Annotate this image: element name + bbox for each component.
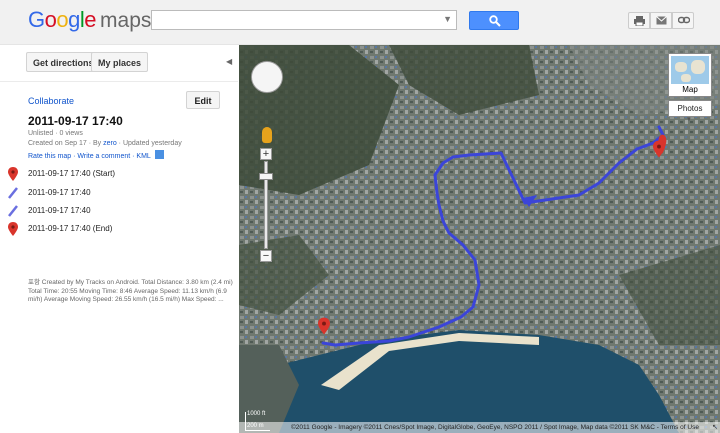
- map-title: 2011-09-17 17:40: [28, 114, 123, 128]
- my-places-button[interactable]: My places: [91, 52, 149, 72]
- list-item-label: 2011-09-17 17:40 (End): [28, 224, 113, 233]
- list-item-label: 2011-09-17 17:40: [28, 188, 91, 197]
- panel-toolbar: Get directions My places ◀: [0, 45, 238, 82]
- map-attribution: ©2011 Google - Imagery ©2011 Cnes/Spot I…: [239, 422, 720, 433]
- search-icon: [489, 15, 501, 27]
- link-button[interactable]: [672, 12, 694, 29]
- logo-product: maps: [100, 9, 152, 32]
- list-item-label: 2011-09-17 17:40 (Start): [28, 169, 116, 178]
- zoom-slider-handle[interactable]: [259, 173, 273, 180]
- header-bar: Google maps ▼: [0, 0, 720, 45]
- meta-updated: · Updated yesterday: [116, 140, 182, 147]
- map-actions: Rate this map · Write a comment · KML: [28, 150, 164, 160]
- scale-label-m: 200 m: [247, 423, 264, 429]
- search-box[interactable]: ▼: [151, 10, 457, 30]
- left-panel: Get directions My places ◀ Collaborate E…: [0, 45, 238, 433]
- map-meta-views: Unlisted · 0 views: [28, 130, 83, 137]
- google-maps-logo[interactable]: Google maps: [28, 7, 151, 33]
- chevron-down-icon[interactable]: ▼: [686, 117, 692, 123]
- collaborate-link[interactable]: Collaborate: [28, 96, 74, 106]
- map-type-button[interactable]: Map: [668, 53, 712, 97]
- map-actions-links[interactable]: Rate this map · Write a comment · KML: [28, 153, 151, 160]
- kml-icon[interactable]: [154, 150, 164, 159]
- logo-letter: g: [68, 7, 80, 32]
- author-link[interactable]: zero: [103, 140, 117, 147]
- map-thumbnail: [671, 56, 709, 84]
- attribution-text[interactable]: ©2011 Google - Imagery ©2011 Cnes/Spot I…: [291, 422, 699, 433]
- expand-arrow-icon[interactable]: ↖: [712, 422, 718, 433]
- map-meta-created: Created on Sep 17 · By zero · Updated ye…: [28, 140, 182, 147]
- zoom-out-button[interactable]: −: [260, 250, 272, 262]
- photos-button[interactable]: Photos: [668, 100, 712, 117]
- edit-button[interactable]: Edit: [186, 91, 220, 109]
- map-canvas[interactable]: + − Map Photos ▼ ©2011 Google - Imagery …: [239, 45, 720, 433]
- logo-letter: o: [44, 7, 57, 32]
- zoom-in-button[interactable]: +: [260, 148, 272, 160]
- line-segment-icon: [8, 205, 18, 217]
- chevron-down-icon[interactable]: ▼: [443, 14, 452, 24]
- end-marker[interactable]: [653, 140, 665, 158]
- line-segment-icon: [8, 187, 18, 199]
- meta-created-prefix: Created on Sep 17 · By: [28, 140, 104, 147]
- logo-letter: o: [56, 7, 69, 32]
- start-marker[interactable]: [318, 317, 330, 335]
- email-icon: [656, 16, 667, 25]
- list-item-label: 2011-09-17 17:40: [28, 206, 91, 215]
- collapse-panel-icon[interactable]: ◀: [226, 57, 232, 66]
- track-description: 포항 Created by My Tracks on Android. Tota…: [28, 279, 233, 304]
- logo-letter: G: [28, 7, 45, 32]
- pegman-icon[interactable]: [262, 127, 272, 143]
- link-icon: [678, 16, 690, 24]
- scale-label-ft: 1000 ft: [247, 411, 266, 417]
- map-type-label: Map: [682, 85, 698, 94]
- logo-letter: e: [84, 7, 97, 32]
- print-button[interactable]: [628, 12, 650, 29]
- get-directions-button[interactable]: Get directions: [26, 52, 101, 72]
- red-marker-icon: [8, 167, 18, 181]
- satellite-imagery: [239, 45, 720, 433]
- red-marker-icon: [8, 222, 18, 236]
- search-button[interactable]: [469, 11, 519, 30]
- pan-control[interactable]: [251, 61, 283, 93]
- search-input[interactable]: [156, 12, 436, 28]
- email-button[interactable]: [650, 12, 672, 29]
- print-icon: [634, 16, 645, 26]
